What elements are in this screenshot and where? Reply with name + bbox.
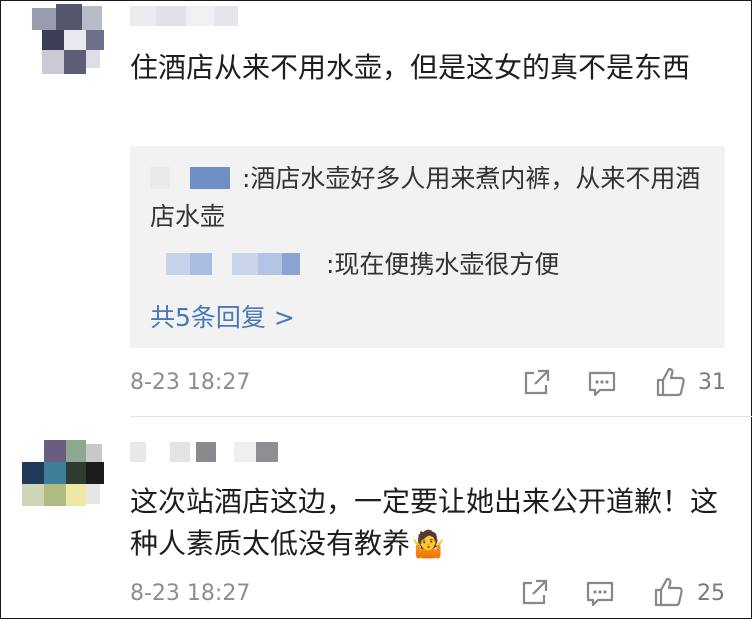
username-blurred[interactable] [130, 6, 242, 26]
like-count: 31 [698, 370, 726, 395]
divider [130, 416, 752, 417]
comment-timestamp: 8-23 18:27 [130, 370, 251, 395]
comment-text: 住酒店从来不用水壶，但是这女的真不是东西 [130, 51, 691, 84]
thumbs-up-icon[interactable] [654, 365, 688, 399]
reply-text: :现在便携水壶很方便 [326, 250, 560, 279]
comment-icon[interactable] [584, 577, 618, 611]
avatar[interactable] [24, 4, 108, 88]
username-blurred[interactable] [130, 442, 290, 462]
comment-timestamp: 8-23 18:27 [130, 581, 251, 606]
comment-text: 这次站酒店这边，一定要让她出来公开道歉！这种人素质太低没有教养🤷 [130, 481, 720, 566]
comment-icon[interactable] [586, 367, 620, 401]
share-icon[interactable] [520, 367, 554, 401]
reply-box[interactable]: :酒店水壶好多人用来煮内裤，从来不用酒店水壶 :现在便携水壶很方便 共5条回复 … [130, 146, 725, 348]
like-count: 25 [697, 581, 725, 606]
reply-item[interactable]: :现在便携水壶很方便 [150, 246, 559, 284]
shrug-emoji-icon: 🤷 [412, 530, 445, 560]
more-replies-link[interactable]: 共5条回复 > [150, 298, 295, 334]
reply-username-blurred[interactable] [150, 253, 326, 275]
avatar[interactable] [22, 440, 106, 524]
thumbs-up-icon[interactable] [652, 575, 686, 609]
reply-username-blurred[interactable] [150, 167, 242, 189]
reply-item[interactable]: :酒店水壶好多人用来煮内裤，从来不用酒店水壶 [150, 160, 710, 236]
share-icon[interactable] [518, 577, 552, 611]
